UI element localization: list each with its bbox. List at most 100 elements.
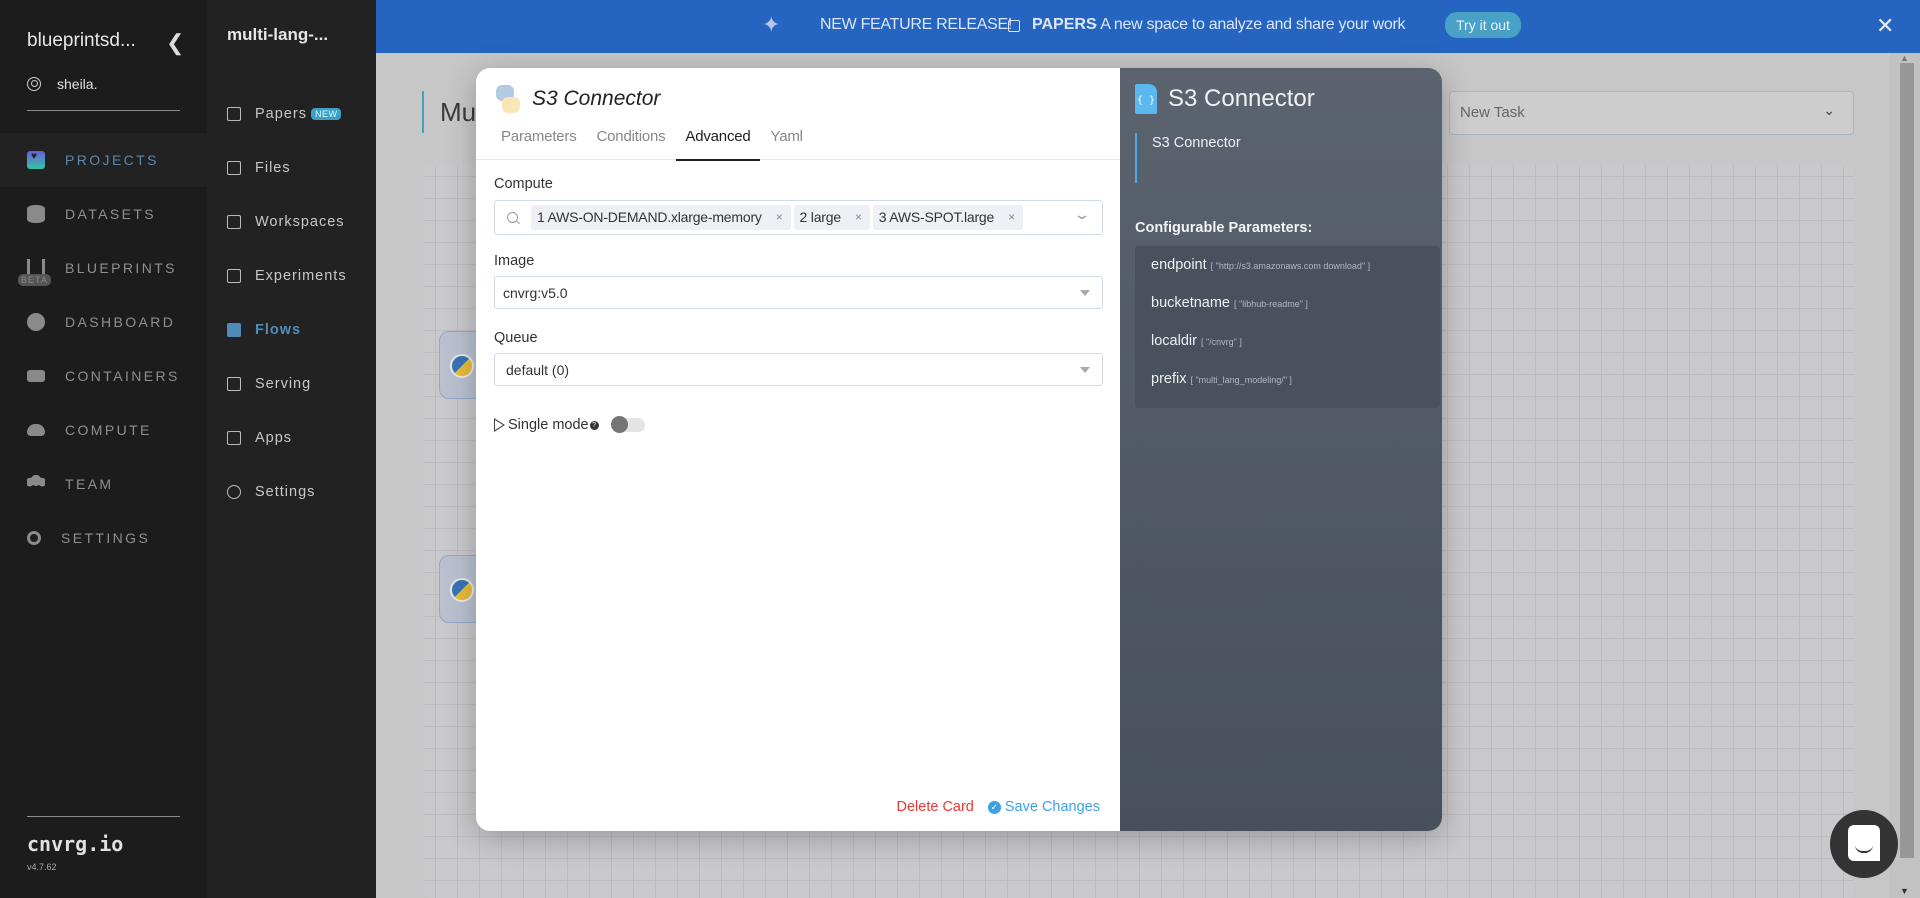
gear-icon [227, 485, 241, 499]
scrollbar-thumb[interactable] [1900, 63, 1914, 858]
sidebar-item-label: DASHBOARD [65, 314, 176, 330]
param-item: bucketname [ "libhub-readme" ] [1151, 288, 1440, 326]
param-name: bucketname [1151, 295, 1230, 311]
compute-multiselect[interactable]: 1 AWS-ON-DEMAND.xlarge-memory × 2 large × … [494, 200, 1103, 235]
close-banner-icon[interactable]: ✕ [1876, 13, 1894, 39]
queue-select[interactable]: default (0) [494, 353, 1103, 386]
tab-advanced[interactable]: Advanced [676, 124, 760, 161]
try-it-out-button[interactable]: Try it out [1445, 12, 1521, 38]
nav-label: Experiments [255, 268, 347, 284]
dashboard-icon [27, 313, 45, 331]
param-name: localdir [1151, 333, 1197, 349]
param-item: localdir[ "/cnvrg" ] [1151, 326, 1440, 364]
project-nav-papers[interactable]: Papers NEW [207, 87, 376, 141]
sidebar-item-containers[interactable]: CONTAINERS [0, 349, 207, 403]
datasets-icon [27, 205, 45, 223]
main-sidebar: blueprintsd... ❮ sheila. PROJECTS DATASE… [0, 0, 207, 898]
sidebar-item-label: DATASETS [65, 206, 157, 222]
param-name: prefix [1151, 371, 1187, 387]
remove-chip-icon[interactable]: × [776, 205, 783, 230]
single-mode-toggle[interactable] [610, 416, 645, 433]
nav-label: Flows [255, 322, 302, 338]
org-name[interactable]: blueprintsd... [27, 30, 136, 52]
nav-label: Serving [255, 376, 312, 392]
toggle-knob [610, 416, 628, 433]
project-nav-workspaces[interactable]: Workspaces [207, 195, 376, 249]
param-name: endpoint [1151, 257, 1207, 273]
project-title: multi-lang-... [227, 25, 329, 44]
nav-label: Settings [255, 484, 316, 500]
image-label: Image [494, 253, 535, 269]
project-nav-files[interactable]: Files [207, 141, 376, 195]
sidebar-item-projects[interactable]: PROJECTS [0, 133, 207, 187]
check-circle-icon: ✓ [987, 800, 1001, 814]
chat-launcher-button[interactable] [1830, 810, 1898, 878]
modal-title: S3 Connector [532, 87, 661, 110]
task-config-panel: S3 Connector Parameters Conditions Advan… [476, 68, 1120, 831]
brand-logo: cnvrg.io [27, 832, 124, 856]
sidebar-item-dashboard[interactable]: DASHBOARD [0, 295, 207, 349]
modal-header: S3 Connector [496, 85, 660, 113]
param-value: [ "multi_lang_modeling/" ] [1190, 375, 1292, 385]
sidebar-item-label: CONTAINERS [65, 368, 180, 384]
chevron-down-icon: ⌄ [1823, 102, 1835, 118]
compute-chip: 1 AWS-ON-DEMAND.xlarge-memory × [531, 205, 791, 230]
app-version: v4.7.62 [27, 862, 57, 872]
scroll-down-icon[interactable]: ▼ [1900, 886, 1909, 896]
sidebar-item-compute[interactable]: COMPUTE [0, 403, 207, 457]
flow-title: Mu [422, 91, 476, 133]
image-select[interactable]: cnvrg:v5.0 [494, 276, 1103, 309]
compute-label: Compute [494, 176, 553, 192]
project-nav-settings[interactable]: Settings [207, 465, 376, 519]
task-config-modal: S3 Connector Parameters Conditions Advan… [476, 68, 1442, 831]
tab-conditions[interactable]: Conditions [588, 124, 675, 160]
chevron-down-icon[interactable]: ⌄ [1073, 206, 1091, 223]
python-icon [450, 578, 474, 602]
tab-yaml[interactable]: Yaml [762, 124, 812, 160]
save-changes-button[interactable]: ✓ Save Changes [987, 799, 1100, 815]
sidebar-item-settings[interactable]: SETTINGS [0, 511, 207, 565]
project-nav-serving[interactable]: Serving [207, 357, 376, 411]
sidebar-item-label: TEAM [65, 476, 114, 492]
sidebar-item-datasets[interactable]: DATASETS [0, 187, 207, 241]
modal-tabs: Parameters Conditions Advanced Yaml [476, 124, 1120, 161]
flows-icon [227, 323, 241, 337]
param-value: [ "http://s3.amazonaws.com download" ] [1210, 261, 1371, 271]
project-nav-flows[interactable]: Flows [207, 303, 376, 357]
party-popper-icon: ✦ [762, 12, 781, 37]
banner-headline: NEW FEATURE RELEASE! [820, 16, 1012, 33]
project-nav-apps[interactable]: Apps [207, 411, 376, 465]
file-icon [227, 161, 241, 175]
user-circle-icon [27, 77, 41, 91]
info-header: { } S3 Connector [1135, 84, 1315, 114]
flask-icon [227, 269, 241, 283]
new-badge: NEW [310, 108, 342, 120]
scroll-up-icon[interactable]: ▲ [1900, 53, 1909, 63]
param-item: endpoint[ "http://s3.amazonaws.com downl… [1151, 250, 1440, 288]
rocket-icon [227, 377, 241, 391]
help-icon[interactable]: ? [589, 420, 599, 430]
sidebar-item-team[interactable]: TEAM [0, 457, 207, 511]
project-nav-experiments[interactable]: Experiments [207, 249, 376, 303]
tab-parameters[interactable]: Parameters [501, 124, 586, 160]
beta-badge: BETA [18, 274, 51, 286]
param-value: [ "/cnvrg" ] [1200, 337, 1242, 347]
user-profile[interactable]: sheila. [27, 76, 97, 92]
sidebar-item-blueprints[interactable]: BETA BLUEPRINTS [0, 241, 207, 295]
new-task-select[interactable]: New Task ⌄ [1449, 91, 1854, 135]
remove-chip-icon[interactable]: × [855, 205, 862, 230]
info-description: S3 Connector [1135, 133, 1241, 183]
project-sidebar: multi-lang-... Papers NEW Files Workspac… [207, 0, 376, 898]
containers-icon [27, 370, 45, 382]
dropdown-arrow-icon [1080, 367, 1090, 373]
page-scrollbar[interactable]: ▲ ▼ [1890, 53, 1920, 898]
chip-label: 1 AWS-ON-DEMAND.xlarge-memory [537, 209, 762, 225]
remove-chip-icon[interactable]: × [1008, 205, 1015, 230]
chat-bubble-icon [1848, 825, 1880, 861]
search-icon [507, 212, 518, 223]
nav-label: Files [255, 160, 291, 176]
papers-icon [1008, 20, 1020, 32]
compute-chip: 3 AWS-SPOT.large × [872, 205, 1023, 230]
delete-card-button[interactable]: Delete Card [897, 799, 974, 815]
collapse-sidebar-icon[interactable]: ❮ [166, 30, 184, 56]
